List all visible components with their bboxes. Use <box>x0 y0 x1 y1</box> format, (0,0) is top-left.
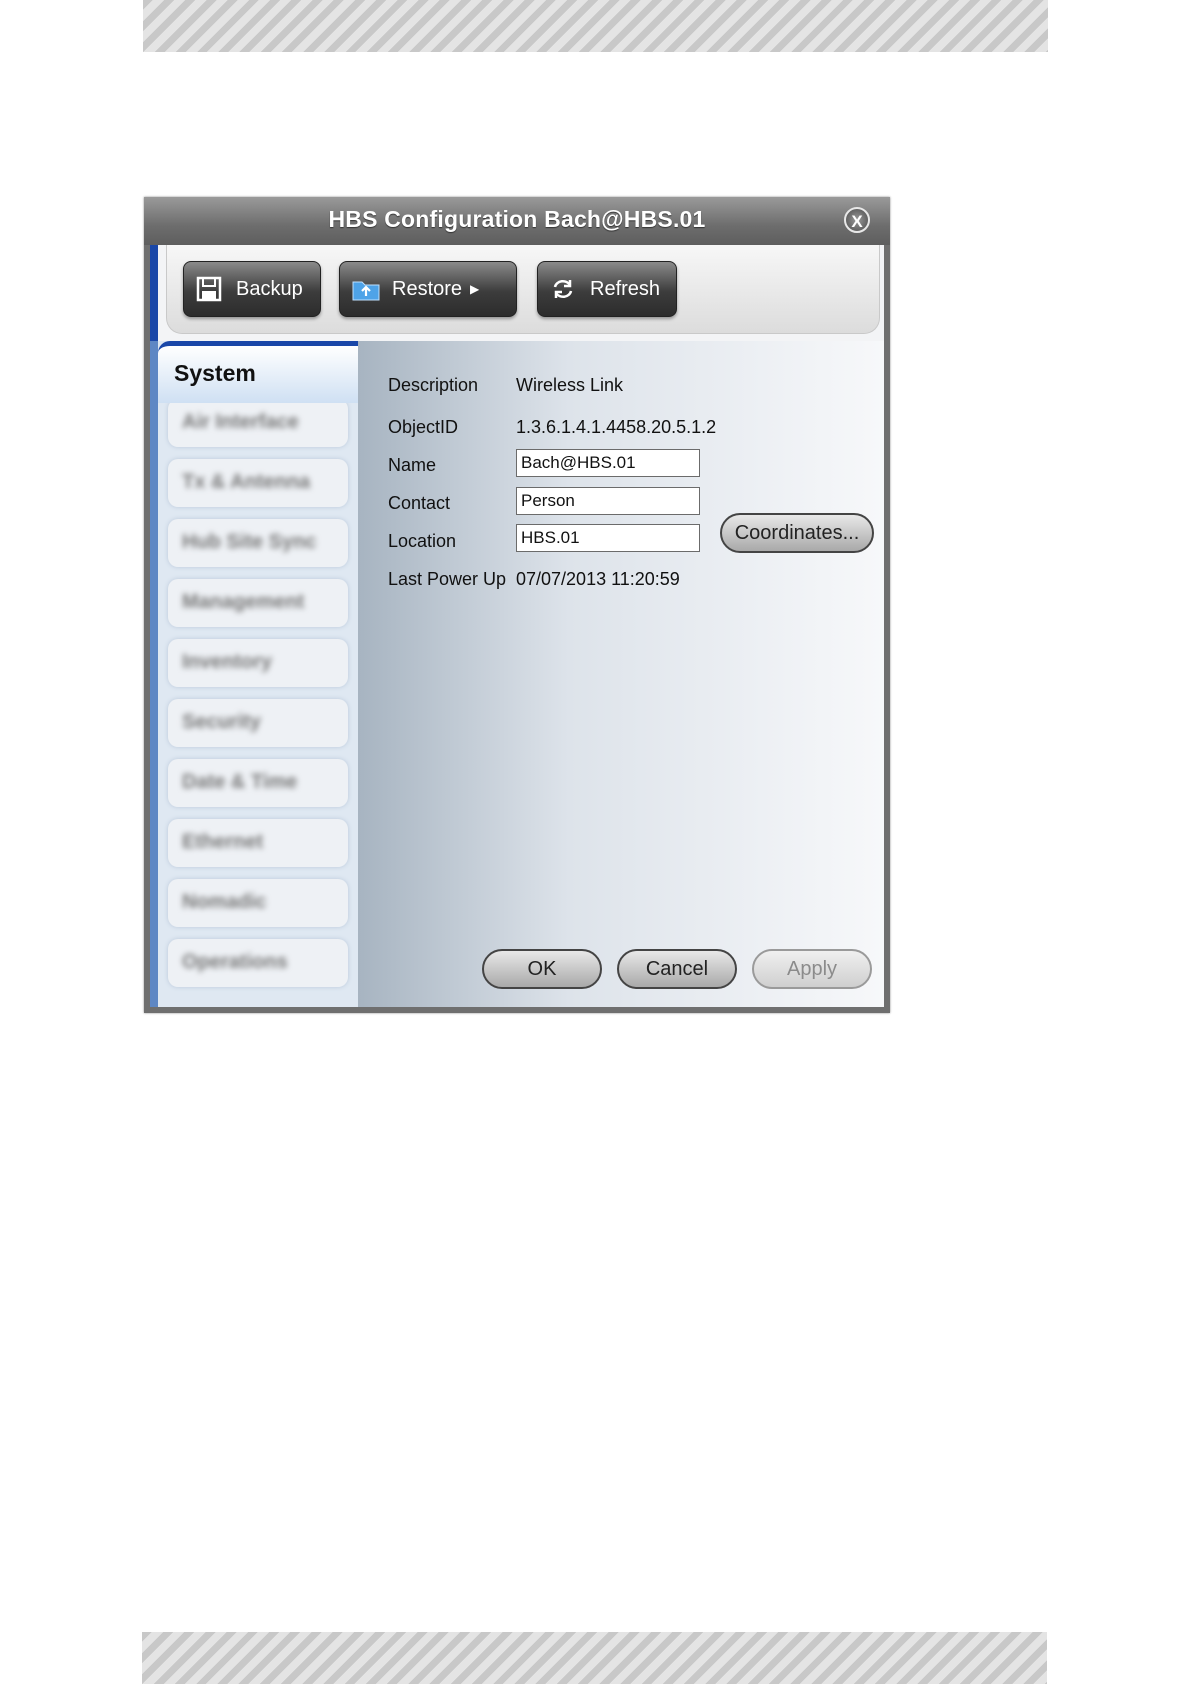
contact-field[interactable]: Person <box>516 487 700 515</box>
sidebar: Air Interface Tx & Antenna Hub Site Sync… <box>150 341 358 1007</box>
description-value: Wireless Link <box>516 375 624 395</box>
refresh-label: Refresh <box>590 277 661 300</box>
last-power-up-label: Last Power Up <box>388 569 507 589</box>
backup-label: Backup <box>236 277 303 300</box>
dialog-title: HBS Configuration Bach@HBS.01 <box>328 206 706 232</box>
page-header-stripe <box>143 0 1048 52</box>
last-power-up-value: 07/07/2013 11:20:59 <box>516 569 680 589</box>
coordinates-button[interactable]: Coordinates... <box>720 513 874 553</box>
ok-button[interactable]: OK <box>482 949 602 989</box>
cancel-button[interactable]: Cancel <box>617 949 737 989</box>
sidebar-item-operations[interactable]: Operations <box>168 939 348 987</box>
objectid-value: 1.3.6.1.4.1.4458.20.5.1.2 <box>516 417 717 437</box>
sidebar-item-inventory[interactable]: Inventory <box>168 639 348 687</box>
sidebar-item-security[interactable]: Security <box>168 699 348 747</box>
name-label: Name <box>388 455 437 475</box>
close-button[interactable]: X <box>844 207 870 233</box>
refresh-icon <box>550 276 576 302</box>
dialog-body: Backup Restore ▶ Refresh Air Interface T… <box>150 245 884 1007</box>
backup-button[interactable]: Backup <box>183 261 321 317</box>
description-label: Description <box>388 375 479 395</box>
caret-right-icon: ▶ <box>470 282 480 296</box>
accent-bar <box>150 245 158 341</box>
sidebar-item-label: System <box>174 360 256 386</box>
apply-button[interactable]: Apply <box>752 949 872 989</box>
location-field[interactable]: HBS.01 <box>516 524 700 552</box>
contact-label: Contact <box>388 493 451 513</box>
title-bar[interactable]: HBS Configuration Bach@HBS.01 X <box>144 197 890 245</box>
sidebar-item-air-interface[interactable]: Air Interface <box>168 399 348 447</box>
toolbar: Backup Restore ▶ Refresh <box>166 245 880 334</box>
hbs-configuration-dialog: HBS Configuration Bach@HBS.01 X Backup R… <box>144 197 890 1013</box>
system-panel: Description Wireless Link ObjectID 1.3.6… <box>358 341 884 1007</box>
sidebar-item-management[interactable]: Management <box>168 579 348 627</box>
sidebar-item-nomadic[interactable]: Nomadic <box>168 879 348 927</box>
location-label: Location <box>388 531 457 551</box>
name-field[interactable]: Bach@HBS.01 <box>516 449 700 477</box>
restore-button[interactable]: Restore ▶ <box>339 261 517 317</box>
save-icon <box>196 276 222 302</box>
sidebar-item-tx-antenna[interactable]: Tx & Antenna <box>168 459 348 507</box>
page-footer-stripe <box>142 1632 1047 1684</box>
refresh-button[interactable]: Refresh <box>537 261 677 317</box>
objectid-label: ObjectID <box>388 417 459 437</box>
folder-restore-icon <box>352 276 380 302</box>
sidebar-item-hub-site-sync[interactable]: Hub Site Sync <box>168 519 348 567</box>
sidebar-item-date-time[interactable]: Date & Time <box>168 759 348 807</box>
sidebar-item-system[interactable]: System <box>158 341 358 403</box>
sidebar-item-ethernet[interactable]: Ethernet <box>168 819 348 867</box>
restore-label: Restore <box>392 277 463 300</box>
